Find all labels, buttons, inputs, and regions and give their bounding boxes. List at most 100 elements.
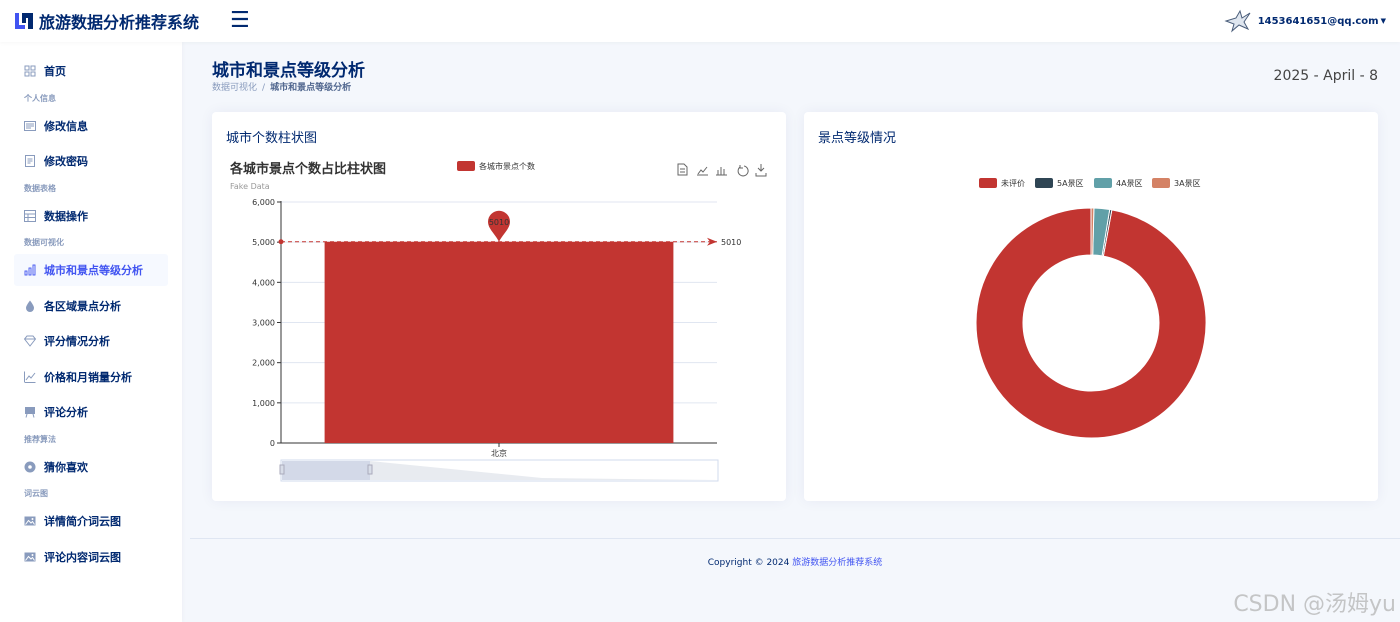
mark-point-label: 5010 bbox=[489, 218, 509, 227]
bar-chart-icon bbox=[24, 264, 36, 276]
brand-title: 旅游数据分析推荐系统 bbox=[39, 13, 200, 32]
page-title: 城市和景点等级分析 bbox=[212, 61, 365, 81]
droplet-icon bbox=[26, 300, 34, 312]
mark-line-start bbox=[278, 239, 284, 245]
legend-swatch[interactable] bbox=[979, 178, 997, 188]
user-menu[interactable]: 1453641651@qq.com ▼ bbox=[1224, 0, 1386, 42]
sidebar-item[interactable]: 评分情况分析 bbox=[14, 325, 168, 357]
sidebar-item-label: 修改信息 bbox=[44, 119, 88, 133]
sidebar-item[interactable]: 城市和景点等级分析 bbox=[14, 254, 168, 286]
sidebar-heading: 数据可视化 bbox=[24, 238, 64, 247]
restore-icon[interactable] bbox=[737, 165, 749, 177]
sidebar-item-label: 城市和景点等级分析 bbox=[44, 264, 143, 277]
image-icon bbox=[24, 552, 36, 561]
avatar bbox=[1224, 9, 1251, 33]
table-icon bbox=[24, 209, 36, 222]
copyright-text: Copyright © 2024 bbox=[707, 558, 793, 568]
id-card-icon bbox=[24, 120, 36, 131]
sidebar-item-label: 价格和月销量分析 bbox=[44, 370, 132, 384]
legend-swatch[interactable] bbox=[1094, 178, 1112, 188]
data-zoom-slider[interactable] bbox=[279, 459, 719, 482]
sidebar-item-label: 评论分析 bbox=[44, 406, 88, 419]
data-zoom-handle-left[interactable] bbox=[279, 464, 285, 475]
sidebar-item-label: 数据操作 bbox=[44, 209, 88, 223]
legend-label: 5A景区 bbox=[1057, 179, 1084, 188]
line-switch-icon[interactable] bbox=[697, 166, 708, 176]
easel-icon bbox=[25, 407, 35, 418]
legend-label: 各城市景点个数 bbox=[479, 161, 535, 171]
sidebar-item-label: 猜你喜欢 bbox=[44, 460, 88, 474]
sidebar-item-label: 评分情况分析 bbox=[44, 335, 110, 348]
legend-swatch[interactable] bbox=[457, 161, 475, 171]
y-tick-label: 1,000 bbox=[252, 399, 275, 408]
data-view-icon[interactable] bbox=[677, 163, 688, 176]
sidebar-item[interactable]: 各区域景点分析 bbox=[14, 290, 168, 322]
bar-chart: 各城市景点个数占比柱状图 Fake Data 各城市景点个数 0 1,000 2,000 3… bbox=[229, 161, 767, 482]
user-email: 1453641651@qq.com bbox=[1257, 15, 1379, 27]
sidebar-item[interactable]: 详情简介词云图 bbox=[14, 505, 168, 537]
watermark: CSDN @汤姆yu bbox=[1233, 592, 1396, 617]
grid-icon bbox=[24, 65, 36, 77]
y-tick-label: 2,000 bbox=[252, 359, 275, 368]
y-tick-label: 0 bbox=[270, 439, 275, 448]
logo-icon bbox=[15, 13, 33, 29]
y-tick-label: 6,000 bbox=[252, 198, 275, 207]
breadcrumb-current: 城市和景点等级分析 bbox=[270, 83, 352, 93]
sidebar-item[interactable]: 评论分析 bbox=[14, 396, 168, 428]
line-chart-icon bbox=[24, 371, 36, 383]
sidebar-item-label: 详情简介词云图 bbox=[44, 515, 121, 528]
sidebar-item[interactable]: 猜你喜欢 bbox=[14, 451, 168, 483]
vinyl-icon bbox=[24, 461, 36, 472]
document-icon bbox=[25, 155, 35, 167]
chart-title: 各城市景点个数占比柱状图 bbox=[229, 161, 386, 177]
x-tick-label: 北京 bbox=[491, 448, 507, 458]
bar[interactable] bbox=[324, 241, 674, 443]
save-icon[interactable] bbox=[755, 164, 767, 177]
legend-label: 3A景区 bbox=[1174, 179, 1201, 188]
sidebar-heading: 个人信息 bbox=[24, 93, 56, 103]
top-bar: 旅游数据分析推荐系统 ☰ 1453641651@qq.com ▼ bbox=[0, 0, 1400, 42]
sidebar-item[interactable]: 修改密码 bbox=[14, 145, 168, 177]
sidebar-item[interactable]: 价格和月销量分析 bbox=[14, 361, 168, 393]
breadcrumb-item[interactable]: 数据可视化 bbox=[212, 83, 257, 93]
gem-icon bbox=[24, 335, 36, 347]
sidebar: 首页个人信息修改信息修改密码数据表格数据操作数据可视化城市和景点等级分析 各区域景… bbox=[0, 42, 182, 622]
legend-label: 4A景区 bbox=[1116, 179, 1143, 188]
chart-toolbox bbox=[677, 163, 767, 177]
current-date: 2025 - April - 8 bbox=[1273, 68, 1378, 84]
sidebar-item[interactable]: 数据操作 bbox=[14, 200, 168, 232]
legend-swatch[interactable] bbox=[1152, 178, 1170, 188]
footer-divider bbox=[190, 538, 1400, 539]
sidebar-item-label: 修改密码 bbox=[44, 155, 88, 168]
donut-chart: 未评价 5A景区 4A景区 3A景区 bbox=[975, 178, 1207, 439]
y-tick-label: 3,000 bbox=[252, 319, 275, 328]
sidebar-item[interactable]: 首页 bbox=[14, 55, 168, 87]
sidebar-item[interactable]: 修改信息 bbox=[14, 110, 168, 142]
hamburger-menu-icon[interactable]: ☰ bbox=[230, 10, 250, 32]
sidebar-heading: 推荐算法 bbox=[24, 434, 56, 444]
y-tick-label: 4,000 bbox=[252, 278, 275, 287]
sidebar-heading: 词云图 bbox=[24, 489, 48, 498]
sidebar-item[interactable]: 评论内容词云图 bbox=[14, 541, 168, 573]
sidebar-item-label: 各区域景点分析 bbox=[44, 299, 121, 313]
chart-subtitle: Fake Data bbox=[230, 182, 270, 191]
image-icon bbox=[24, 516, 36, 526]
footer: Copyright © 2024 旅游数据分析推荐系统 bbox=[190, 555, 1400, 568]
breadcrumb: 数据可视化 / 城市和景点等级分析 bbox=[212, 80, 351, 93]
sidebar-item-label: 首页 bbox=[44, 65, 66, 78]
chevron-down-icon: ▼ bbox=[1380, 17, 1386, 25]
legend-label: 未评价 bbox=[1001, 178, 1025, 188]
y-tick-label: 5,000 bbox=[252, 238, 275, 247]
sidebar-heading: 数据表格 bbox=[24, 183, 56, 193]
brand[interactable]: 旅游数据分析推荐系统 bbox=[0, 9, 230, 33]
sidebar-item-label: 评论内容词云图 bbox=[44, 550, 121, 564]
data-zoom-handle-right[interactable] bbox=[367, 464, 373, 475]
pie-chart-card: 景点等级情况 未评价 5A景区 4A景区 3A景区 bbox=[804, 112, 1378, 501]
bar-switch-icon[interactable] bbox=[716, 167, 727, 176]
breadcrumb-separator: / bbox=[262, 83, 266, 93]
bar-chart-card: 城市个数柱状图 各城市景点个数占比柱状图 Fake Data 各城市景点个数 0 1,0… bbox=[212, 112, 786, 501]
footer-link[interactable]: 旅游数据分析推荐系统 bbox=[792, 558, 882, 568]
legend-swatch[interactable] bbox=[1035, 178, 1053, 188]
data-zoom-window[interactable] bbox=[282, 461, 370, 480]
mark-line-label: 5010 bbox=[721, 238, 741, 247]
